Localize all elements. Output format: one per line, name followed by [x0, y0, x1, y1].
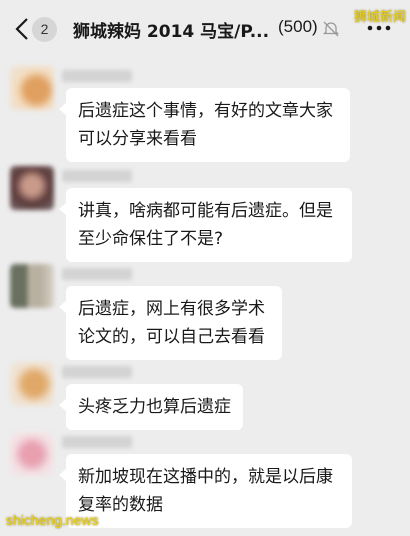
watermark-logo-text: 狮城新闻 — [353, 10, 406, 25]
message-bubble[interactable]: 头疼乏力也算后遗症 — [59, 384, 243, 430]
watermark-site-text: shicheng.news — [6, 512, 99, 528]
avatar[interactable] — [10, 66, 54, 110]
avatar[interactable] — [10, 166, 54, 210]
avatar[interactable] — [10, 264, 54, 308]
more-dots-icon[interactable] — [366, 24, 392, 32]
avatar[interactable] — [10, 362, 54, 406]
sender-name-blurred — [62, 268, 132, 280]
member-count: (500) — [278, 17, 318, 36]
unread-count-badge: 2 — [32, 17, 57, 42]
avatar[interactable] — [10, 432, 54, 476]
message-bubble[interactable]: 讲真，啥病都可能有后遗症。但是至少命保住了不是? — [59, 188, 352, 262]
message-bubble[interactable]: 后遗症，网上有很多学术论文的，可以自己去看看 — [59, 286, 282, 360]
chevron-left-icon — [15, 18, 28, 40]
sender-name-blurred — [62, 70, 132, 82]
message-bubble[interactable]: 后遗症这个事情，有好的文章大家可以分享来看看 — [59, 88, 350, 162]
sender-name-blurred — [62, 436, 132, 448]
chat-header: 2 狮城辣妈 2014 马宝/P... (500) 狮城新闻 — [0, 0, 410, 58]
sender-name-blurred — [62, 170, 132, 182]
chat-title: 狮城辣妈 2014 马宝/P... — [73, 22, 270, 42]
message-bubble[interactable]: 新加坡现在这播中的，就是以后康复率的数据 — [59, 454, 352, 528]
mute-bell-icon — [322, 21, 340, 37]
sender-name-blurred — [62, 366, 132, 378]
